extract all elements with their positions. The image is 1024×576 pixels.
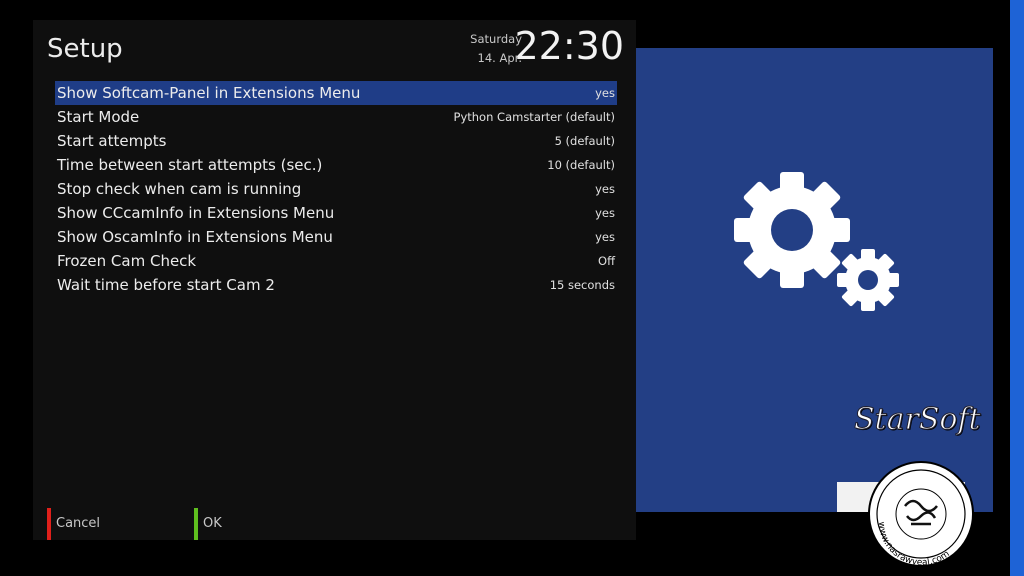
ok-label: OK bbox=[203, 516, 222, 531]
preview-panel bbox=[636, 48, 993, 512]
cancel-label: Cancel bbox=[56, 516, 101, 531]
setting-value: yes bbox=[595, 86, 615, 100]
setting-row-start-attempts[interactable]: Start attempts 5 (default) bbox=[55, 129, 617, 153]
setting-value: Python Camstarter (default) bbox=[453, 110, 615, 124]
setup-panel: Setup Saturday 14. Apr. 22:30 Show Softc… bbox=[33, 20, 636, 540]
cancel-button[interactable]: Cancel bbox=[47, 508, 100, 540]
setting-row-time-between-attempts[interactable]: Time between start attempts (sec.) 10 (d… bbox=[55, 153, 617, 177]
setting-row-frozen-cam-check[interactable]: Frozen Cam Check Off bbox=[55, 249, 617, 273]
setting-row-softcam-panel[interactable]: Show Softcam-Panel in Extensions Menu ye… bbox=[55, 81, 617, 105]
setting-value: 15 seconds bbox=[549, 278, 615, 292]
setting-row-cccaminfo[interactable]: Show CCcamInfo in Extensions Menu yes bbox=[55, 201, 617, 225]
gears-icon bbox=[734, 172, 899, 311]
setting-label: Show Softcam-Panel in Extensions Menu bbox=[57, 84, 361, 102]
setting-value: yes bbox=[595, 230, 615, 244]
clock: 22:30 bbox=[514, 24, 624, 68]
setting-value: 5 (default) bbox=[554, 134, 615, 148]
setting-row-oscaminfo[interactable]: Show OscamInfo in Extensions Menu yes bbox=[55, 225, 617, 249]
setting-value: yes bbox=[595, 182, 615, 196]
setting-row-stop-check[interactable]: Stop check when cam is running yes bbox=[55, 177, 617, 201]
watermark-seal-icon: www.nasrawyeal.com bbox=[868, 461, 974, 568]
page-title: Setup bbox=[47, 34, 123, 64]
setting-row-wait-time-cam2[interactable]: Wait time before start Cam 2 15 seconds bbox=[55, 273, 617, 297]
setting-value: 10 (default) bbox=[547, 158, 615, 172]
setting-label: Start Mode bbox=[57, 108, 140, 126]
setting-label: Start attempts bbox=[57, 132, 167, 150]
green-key-marker bbox=[194, 508, 198, 540]
setting-label: Stop check when cam is running bbox=[57, 180, 302, 198]
setting-label: Frozen Cam Check bbox=[57, 252, 197, 270]
watermark-logo: StarSoft bbox=[854, 402, 982, 438]
setting-value: Off bbox=[598, 254, 615, 268]
setting-row-start-mode[interactable]: Start Mode Python Camstarter (default) bbox=[55, 105, 617, 129]
settings-list: Show Softcam-Panel in Extensions Menu ye… bbox=[55, 81, 617, 297]
red-key-marker bbox=[47, 508, 51, 540]
setting-label: Show OscamInfo in Extensions Menu bbox=[57, 228, 333, 246]
setting-label: Time between start attempts (sec.) bbox=[57, 156, 323, 174]
setting-label: Wait time before start Cam 2 bbox=[57, 276, 275, 294]
edge-strip bbox=[1010, 0, 1024, 576]
ok-button[interactable]: OK bbox=[194, 508, 222, 540]
setting-value: yes bbox=[595, 206, 615, 220]
setting-label: Show CCcamInfo in Extensions Menu bbox=[57, 204, 335, 222]
